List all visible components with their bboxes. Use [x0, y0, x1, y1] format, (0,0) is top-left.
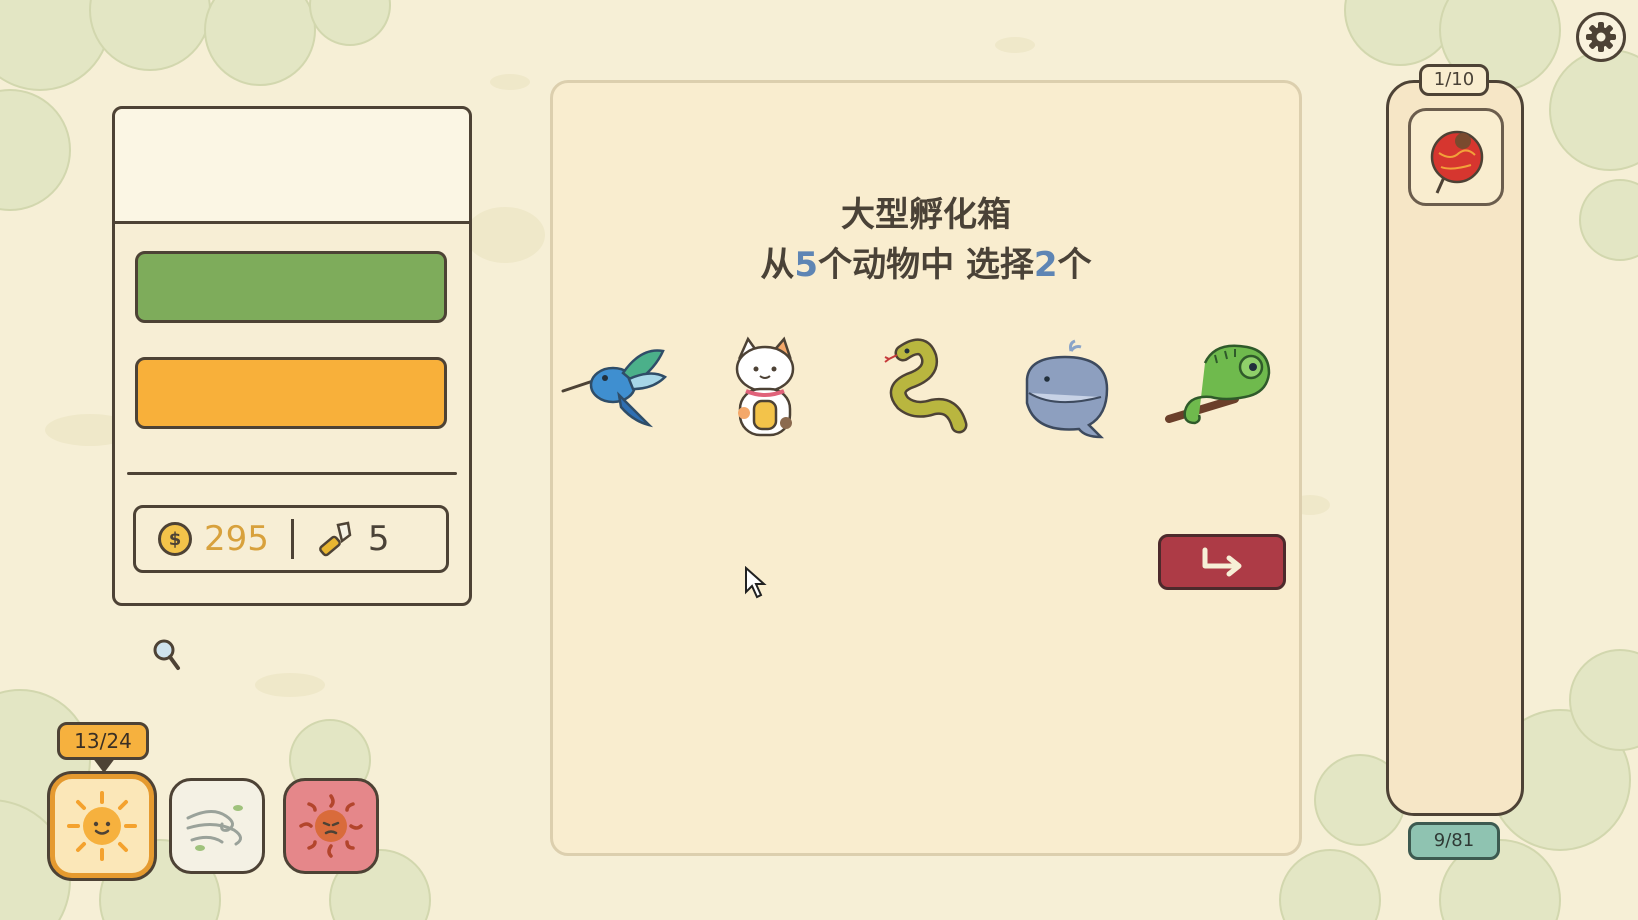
day-pointer: [92, 757, 116, 773]
collection-count-badge: 9/81: [1408, 822, 1500, 860]
incubator-panel: 大型孵化箱 从5个动物中 选择2个: [550, 80, 1302, 856]
wind-icon: [186, 805, 243, 851]
incubator-instruction: 从5个动物中 选择2个: [553, 237, 1299, 286]
instruction-prefix: 从: [760, 245, 795, 285]
gear-icon: [1586, 22, 1616, 52]
resource-box: $ 295 5: [133, 505, 449, 573]
settings-button[interactable]: [1576, 12, 1626, 62]
shovel-icon: [319, 521, 352, 557]
green-resource-bar: [135, 251, 447, 323]
total-animals-number: 5: [794, 245, 819, 285]
weather-heatwave-button[interactable]: [283, 778, 379, 874]
collection-slot[interactable]: [1408, 108, 1504, 206]
next-button[interactable]: [1158, 534, 1286, 590]
incubator-title: 大型孵化箱: [841, 195, 1011, 235]
heat-sun-icon: [299, 794, 363, 858]
coin-icon: $: [158, 522, 192, 556]
arrow-turn-right-icon: [1202, 547, 1242, 577]
orange-resource-bar: [135, 357, 447, 429]
stats-header-area: [115, 109, 469, 224]
tool-count: 5: [367, 519, 390, 559]
sun-icon: [67, 791, 137, 861]
divider: [127, 472, 457, 475]
chameleon-option[interactable]: [1165, 333, 1275, 443]
day-counter-badge: 13/24: [57, 722, 149, 760]
mouse-cursor-icon: [745, 566, 767, 599]
stats-panel: $ 295 5: [112, 106, 472, 606]
animal-choices: [553, 333, 1299, 443]
instruction-middle: 个动物中 选择: [818, 245, 1034, 285]
hummingbird-option[interactable]: [559, 333, 669, 443]
collection-page-badge: 1/10: [1419, 64, 1489, 96]
instruction-suffix: 个: [1057, 245, 1092, 285]
resource-separator: [290, 519, 294, 559]
weather-sunny-button[interactable]: [50, 774, 154, 878]
snake-option[interactable]: [863, 333, 973, 443]
weather-windy-button[interactable]: [169, 778, 265, 874]
lantern-icon: [1430, 130, 1484, 194]
pick-count-number: 2: [1033, 245, 1058, 285]
lucky-cat-option[interactable]: [710, 333, 820, 443]
coin-count: 295: [204, 519, 269, 559]
search-icon[interactable]: [152, 638, 182, 672]
whale-option[interactable]: [1015, 333, 1125, 443]
